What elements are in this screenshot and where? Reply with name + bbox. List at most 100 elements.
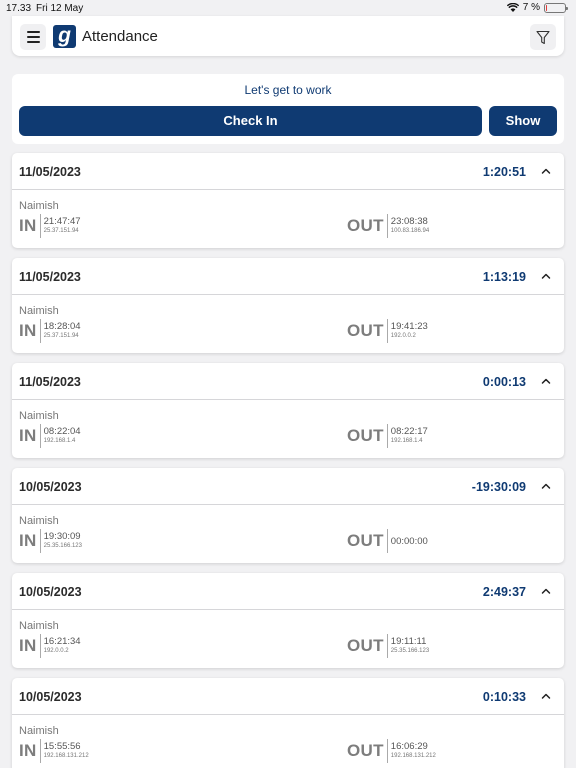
check-out-info: OUT 00:00:00: [347, 528, 428, 554]
record-duration: 0:10:33: [482, 690, 526, 704]
check-in-info: IN 16:21:34 192.0.0.2: [19, 633, 81, 659]
record-header[interactable]: 10/05/2023 -19:30:09: [12, 468, 564, 505]
divider: [39, 319, 41, 343]
employee-name: Naimish: [19, 305, 59, 317]
check-out-ip: 192.168.131.212: [390, 753, 436, 759]
divider: [39, 634, 41, 658]
check-out-info: OUT 16:06:29 192.168.131.212: [347, 738, 436, 764]
menu-button[interactable]: [20, 24, 46, 50]
divider: [386, 529, 388, 553]
record-date: 11/05/2023: [19, 375, 81, 389]
check-out-time: 19:11:11: [390, 636, 427, 647]
check-out-ip: 25.35.166.123: [390, 648, 430, 654]
divider: [386, 214, 388, 238]
check-in-ip: 25.35.166.123: [43, 543, 82, 549]
record-duration: 2:49:37: [482, 585, 526, 599]
in-label: IN: [19, 321, 37, 340]
employee-name: Naimish: [19, 515, 59, 527]
check-in-panel: Let's get to work Check In Show: [12, 74, 564, 144]
check-in-info: IN 19:30:09 25.35.166.123: [19, 528, 82, 554]
check-in-button[interactable]: Check In: [19, 106, 482, 136]
check-in-time: 16:21:34: [43, 636, 81, 647]
check-out-info: OUT 19:11:11 25.35.166.123: [347, 633, 429, 659]
record-header[interactable]: 11/05/2023 1:20:51: [12, 153, 564, 190]
chevron-up-icon[interactable]: [541, 271, 551, 281]
in-label: IN: [19, 531, 37, 550]
check-out-time: 08:22:17: [390, 426, 428, 437]
attendance-record-card: 11/05/2023 0:00:13 Naimish IN 08:22:04 1…: [12, 363, 564, 458]
check-out-time: 16:06:29: [390, 741, 428, 752]
check-out-ip: 100.83.186.94: [390, 228, 430, 234]
attendance-record-card: 11/05/2023 1:20:51 Naimish IN 21:47:47 2…: [12, 153, 564, 248]
chevron-up-icon[interactable]: [541, 376, 551, 386]
check-in-info: IN 21:47:47 25.37.151.94: [19, 213, 81, 239]
check-out-ip: 192.168.1.4: [390, 438, 423, 444]
app-logo: g: [53, 25, 76, 48]
out-label: OUT: [347, 216, 384, 235]
chevron-up-icon[interactable]: [541, 481, 551, 491]
chevron-up-icon[interactable]: [541, 166, 551, 176]
record-header[interactable]: 11/05/2023 1:13:19: [12, 258, 564, 295]
divider: [386, 739, 388, 763]
record-header[interactable]: 10/05/2023 2:49:37: [12, 573, 564, 610]
record-date: 10/05/2023: [19, 585, 82, 599]
record-header[interactable]: 11/05/2023 0:00:13: [12, 363, 564, 400]
check-in-time: 15:55:56: [43, 741, 81, 752]
divider: [39, 529, 41, 553]
check-in-ip: 25.37.151.94: [43, 228, 79, 234]
check-out-info: OUT 08:22:17 192.168.1.4: [347, 423, 428, 449]
record-duration: -19:30:09: [471, 480, 526, 494]
check-out-time: 19:41:23: [390, 321, 428, 332]
record-duration: 1:13:19: [482, 270, 526, 284]
check-in-ip: 192.0.0.2: [43, 648, 69, 654]
record-date: 10/05/2023: [19, 690, 82, 704]
status-bar: 17.33 Fri 12 May 7 %: [0, 0, 576, 16]
divider: [386, 319, 388, 343]
attendance-record-card: 10/05/2023 0:10:33 Naimish IN 15:55:56 1…: [12, 678, 564, 768]
employee-name: Naimish: [19, 410, 59, 422]
out-label: OUT: [347, 741, 384, 760]
hamburger-menu-icon: [26, 31, 40, 33]
divider: [386, 424, 388, 448]
check-in-ip: 192.168.1.4: [43, 438, 76, 444]
check-in-ip: 25.37.151.94: [43, 333, 79, 339]
chevron-up-icon[interactable]: [541, 691, 551, 701]
app-header: g Attendance: [12, 16, 564, 56]
motto-text: Let's get to work: [244, 83, 332, 97]
out-label: OUT: [347, 531, 384, 550]
check-in-info: IN 15:55:56 192.168.131.212: [19, 738, 89, 764]
employee-name: Naimish: [19, 200, 59, 212]
divider: [39, 214, 41, 238]
check-in-info: IN 08:22:04 192.168.1.4: [19, 423, 81, 449]
attendance-record-card: 11/05/2023 1:13:19 Naimish IN 18:28:04 2…: [12, 258, 564, 353]
status-time: 17.33: [6, 3, 32, 14]
divider: [386, 634, 388, 658]
check-out-info: OUT 23:08:38 100.83.186.94: [347, 213, 429, 239]
record-header[interactable]: 10/05/2023 0:10:33: [12, 678, 564, 715]
filter-button[interactable]: [530, 24, 556, 50]
check-out-time: 00:00:00: [390, 535, 428, 547]
show-button[interactable]: Show: [489, 106, 557, 136]
record-date: 11/05/2023: [19, 165, 81, 179]
battery-icon: [544, 2, 568, 13]
out-label: OUT: [347, 426, 384, 445]
wifi-icon: [506, 3, 519, 12]
record-date: 11/05/2023: [19, 270, 81, 284]
check-in-time: 21:47:47: [43, 216, 81, 227]
check-in-ip: 192.168.131.212: [43, 753, 89, 759]
page-title: Attendance: [82, 28, 158, 45]
in-label: IN: [19, 741, 37, 760]
check-out-time: 23:08:38: [390, 216, 428, 227]
divider: [39, 424, 41, 448]
in-label: IN: [19, 426, 37, 445]
record-duration: 0:00:13: [482, 375, 526, 389]
check-in-info: IN 18:28:04 25.37.151.94: [19, 318, 81, 344]
battery-percent: 7 %: [522, 2, 540, 13]
record-duration: 1:20:51: [482, 165, 526, 179]
chevron-up-icon[interactable]: [541, 586, 551, 596]
employee-name: Naimish: [19, 725, 59, 737]
filter-funnel-icon: [536, 30, 550, 44]
in-label: IN: [19, 216, 37, 235]
check-in-time: 19:30:09: [43, 531, 81, 542]
check-out-ip: 192.0.0.2: [390, 333, 416, 339]
